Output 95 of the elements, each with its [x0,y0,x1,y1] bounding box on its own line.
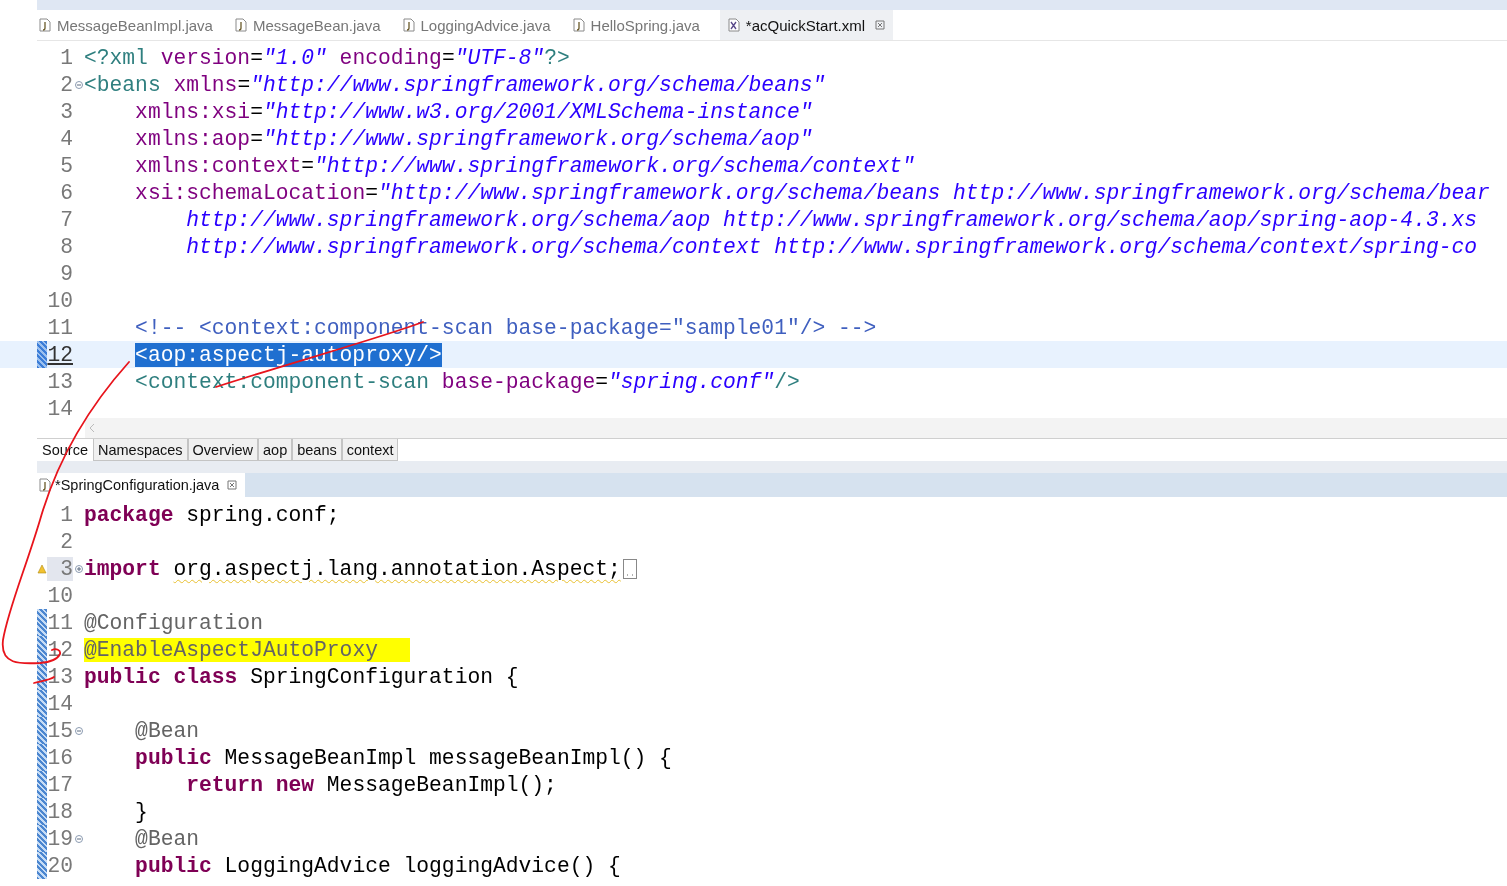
editor-tab[interactable]: *acQuickStart.xml [719,10,894,40]
code-token: @EnableAspectJAutoProxy [84,637,410,662]
line-number: 20 [47,853,73,878]
code-token: "spring.conf" [608,369,775,394]
code-token: <beans [84,72,161,97]
code-token: http://www.springframework.org/schema/aop http://www.springframework.org/schema/aop/spring-aop-4.3.xs [185,207,1478,232]
code-token: LoggingAdvice loggingAdvice() { [223,853,621,878]
line-number: 18 [47,799,73,824]
code-token: @Bean [134,718,200,743]
folded-code-icon[interactable] [622,558,637,579]
editor-tab[interactable]: HelloSpring.java [570,10,720,40]
line-number: 1 [59,45,73,70]
code-token: "http://www.springframework.org/schema/aop" [262,126,813,151]
line-number: 14 [47,691,73,716]
expand-icon[interactable] [74,564,83,573]
code-token: xmlns:context [134,153,302,178]
line-number: 11 [47,610,73,635]
page-tab[interactable]: context [341,439,399,461]
editor-tab[interactable]: MessageBean.java [232,10,401,40]
code-token: xmlns:xsi [134,99,251,124]
code-token: "http://www.springframework.org/schema/beans http://www.springframework.org/schema/bear [377,180,1490,205]
code-token: MessageBeanImpl messageBeanImpl() { [223,745,672,770]
code-token: encoding [338,45,442,70]
code-token: = [250,45,263,70]
line-number: 12 [47,342,73,367]
line-number: 13 [47,369,73,394]
line-number: 13 [47,664,73,689]
code-token: @Configuration [84,610,263,635]
line-number: 8 [59,234,73,259]
code-token: spring.conf; [185,502,340,527]
code-token: = [441,45,455,70]
code-token: @Bean [134,826,200,851]
collapse-icon[interactable] [74,834,83,843]
collapse-icon[interactable] [74,80,83,89]
line-number: 5 [59,153,73,178]
code-token: return new [185,772,315,797]
line-number: 12 [47,637,73,662]
code-token: ?> [544,45,570,70]
page-tab[interactable]: aop [258,439,293,461]
editor-tab[interactable]: MessageBeanImpl.java [37,10,233,40]
code-token: = [250,126,263,151]
line-number: 2 [59,529,73,554]
code-token: xsi:schemaLocation [134,180,366,205]
code-token: = [301,153,315,178]
code-token: <?xml [84,45,148,70]
code-token: = [237,72,251,97]
line-number: 10 [47,288,73,313]
line-number: 19 [47,826,73,851]
code-token: = [365,180,378,205]
line-number: 16 [47,745,73,770]
code-token: = [250,99,263,124]
code-token: "http://www.w3.org/2001/XMLSchema-instance" [262,99,813,124]
code-token: } [134,799,148,824]
line-number: 17 [47,772,73,797]
collapse-icon[interactable] [74,726,83,735]
page-tab[interactable]: Overview [187,439,258,461]
code-token: "UTF-8" [454,45,545,70]
code-token: public [134,853,212,878]
horizontal-scrollbar[interactable] [85,418,1507,438]
code-token: = [595,369,608,394]
code-token: public class [84,664,238,689]
line-number: 7 [59,207,73,232]
code-token: import [84,556,162,581]
editor-tab[interactable]: *SpringConfiguration.java [37,473,246,497]
code-token: SpringConfiguration { [249,664,519,689]
line-number: 11 [47,315,73,340]
close-icon[interactable] [227,480,238,490]
code-token: xmlns:aop [134,126,251,151]
page-tab[interactable]: Namespaces [92,439,188,461]
line-number: 10 [47,583,73,608]
line-number: 14 [47,396,73,418]
scroll-left-icon[interactable] [88,423,96,433]
editor-tab[interactable]: LoggingAdvice.java [400,10,571,40]
code-token: http://www.springframework.org/schema/context http://www.springframework.org/schema/context/spring-co [185,234,1478,259]
line-number: 9 [59,261,73,286]
line-number: 2 [59,72,73,97]
line-number: 1 [59,502,73,527]
code-token: public [134,745,212,770]
code-token: "http://www.springframework.org/schema/beans" [250,72,826,97]
code-token: /> [774,369,800,394]
line-number: 6 [59,180,73,205]
code-token: "http://www.springframework.org/schema/context" [314,153,915,178]
code-token: base-package [440,369,596,394]
page-tab[interactable]: beans [292,439,342,461]
code-token: package [84,502,174,527]
code-token: xmlns [172,72,238,97]
line-number: 3 [59,99,73,124]
line-number: 4 [59,126,73,151]
code-token: "1.0" [262,45,327,70]
line-number: 3 [47,556,73,581]
code-token: org.aspectj.lang.annotation.Aspect; [173,556,621,581]
line-number: 15 [47,718,73,743]
code-token: version [159,45,251,70]
close-icon[interactable] [875,20,886,30]
code-token: MessageBeanImpl(); [325,772,557,797]
